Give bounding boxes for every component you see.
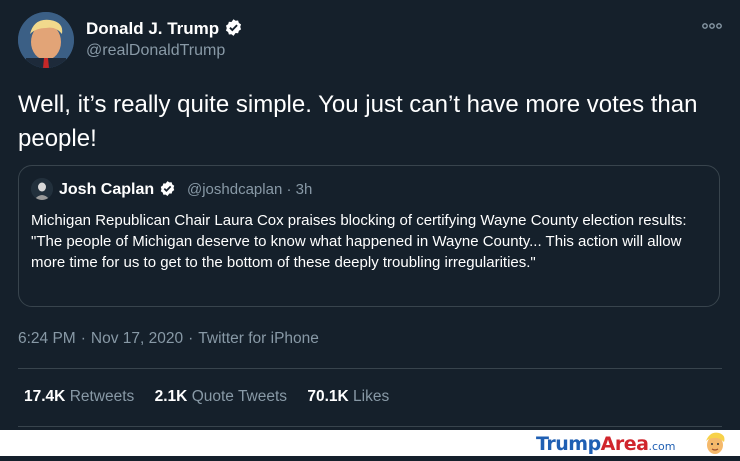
retweets-label: Retweets xyxy=(69,388,135,405)
watermark-area: Area xyxy=(600,433,649,455)
more-options-icon[interactable] xyxy=(700,18,724,34)
author-name-row[interactable]: Donald J. Trump xyxy=(86,18,243,42)
tweet-time[interactable]: 6:24 PM xyxy=(18,330,76,347)
quoted-name-row[interactable]: Josh Caplan xyxy=(59,180,176,202)
tweet-source[interactable]: Twitter for iPhone xyxy=(198,330,319,347)
likes-stat[interactable]: 70.1K Likes xyxy=(307,388,389,405)
quoted-name[interactable]: Josh Caplan xyxy=(59,181,154,198)
watermark-com: .com xyxy=(648,440,676,453)
quoted-tweet[interactable]: Josh Caplan @joshdcaplan · 3h Michigan R… xyxy=(18,165,720,307)
tweet-text: Well, it’s really quite simple. You just… xyxy=(18,91,698,152)
tweet-card: Donald J. Trump @realDonaldTrump Well, i… xyxy=(0,0,740,430)
divider xyxy=(18,426,722,427)
quoted-handle-time[interactable]: @joshdcaplan · 3h xyxy=(187,181,312,198)
quote-tweets-count: 2.1K xyxy=(154,388,188,405)
author-handle[interactable]: @realDonaldTrump xyxy=(86,42,225,60)
quoted-text: Michigan Republican Chair Laura Cox prai… xyxy=(31,212,687,271)
retweets-stat[interactable]: 17.4K Retweets xyxy=(24,388,134,405)
author-name[interactable]: Donald J. Trump xyxy=(86,19,219,38)
watermark-trump: Trump xyxy=(536,433,601,455)
tweet-date[interactable]: Nov 17, 2020 xyxy=(91,330,183,347)
meta-separator: · xyxy=(80,330,86,347)
quoted-avatar[interactable] xyxy=(31,178,53,200)
likes-label: Likes xyxy=(353,388,390,405)
tweet-meta: 6:24 PM · Nov 17, 2020 · Twitter for iPhone xyxy=(18,330,319,348)
author-avatar[interactable] xyxy=(18,12,74,68)
verified-badge-icon xyxy=(224,18,243,42)
divider xyxy=(18,368,722,369)
quote-tweets-label: Quote Tweets xyxy=(191,388,288,405)
retweets-count: 17.4K xyxy=(24,388,66,405)
tweet-stats: 17.4K Retweets 2.1K Quote Tweets 70.1K L… xyxy=(24,388,405,406)
meta-separator: · xyxy=(188,330,194,347)
watermark-bar: TrumpArea.com xyxy=(0,430,740,456)
quote-tweets-stat[interactable]: 2.1K Quote Tweets xyxy=(155,388,287,405)
likes-count: 70.1K xyxy=(307,388,349,405)
mascot-icon xyxy=(702,430,728,456)
verified-badge-icon xyxy=(159,180,176,202)
watermark-logo: TrumpArea.com xyxy=(536,433,675,455)
